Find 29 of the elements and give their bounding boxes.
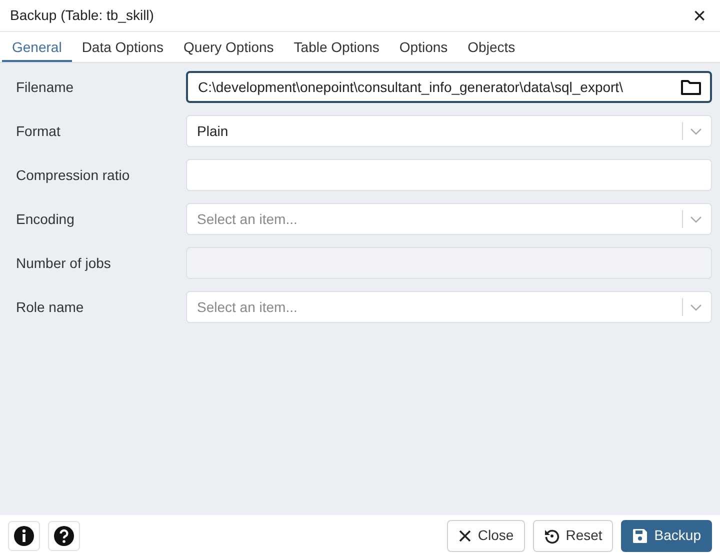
select-field[interactable]: Plain [186,115,712,147]
close-button[interactable]: × [689,4,710,26]
tab[interactable]: Options [389,32,458,62]
reset-button[interactable]: Reset [532,520,614,552]
filename-field[interactable]: C:\development\onepoint\consultant_info_generator\data\sql_export\ [186,71,712,103]
save-icon [632,528,648,544]
tab[interactable]: Objects [458,32,526,62]
reset-icon [544,528,560,544]
field-label: Encoding [16,210,76,229]
field-label: Filename [16,78,75,96]
tab[interactable]: Table Options [284,32,390,62]
tab[interactable]: Data Options [72,32,174,62]
text-field[interactable] [186,159,712,191]
field-label: Number of jobs [16,254,112,273]
tab[interactable]: Query Options [174,32,284,62]
info-button[interactable] [8,520,40,550]
help-icon [53,524,75,546]
save-button[interactable]: Backup [621,520,712,552]
select-field[interactable]: Select an item... [186,291,712,323]
field-label: Compression ratio [16,166,131,185]
close-button[interactable]: Close [446,520,525,552]
close-icon [458,528,472,542]
folder-icon[interactable] [680,77,702,97]
field-label: Role name [16,298,85,316]
window-title: Backup (Table: tb_skill) [10,6,154,25]
select-field[interactable]: Select an item... [186,203,712,235]
info-icon [13,524,35,546]
field-label: Format [16,122,62,140]
help-button[interactable] [48,520,80,550]
